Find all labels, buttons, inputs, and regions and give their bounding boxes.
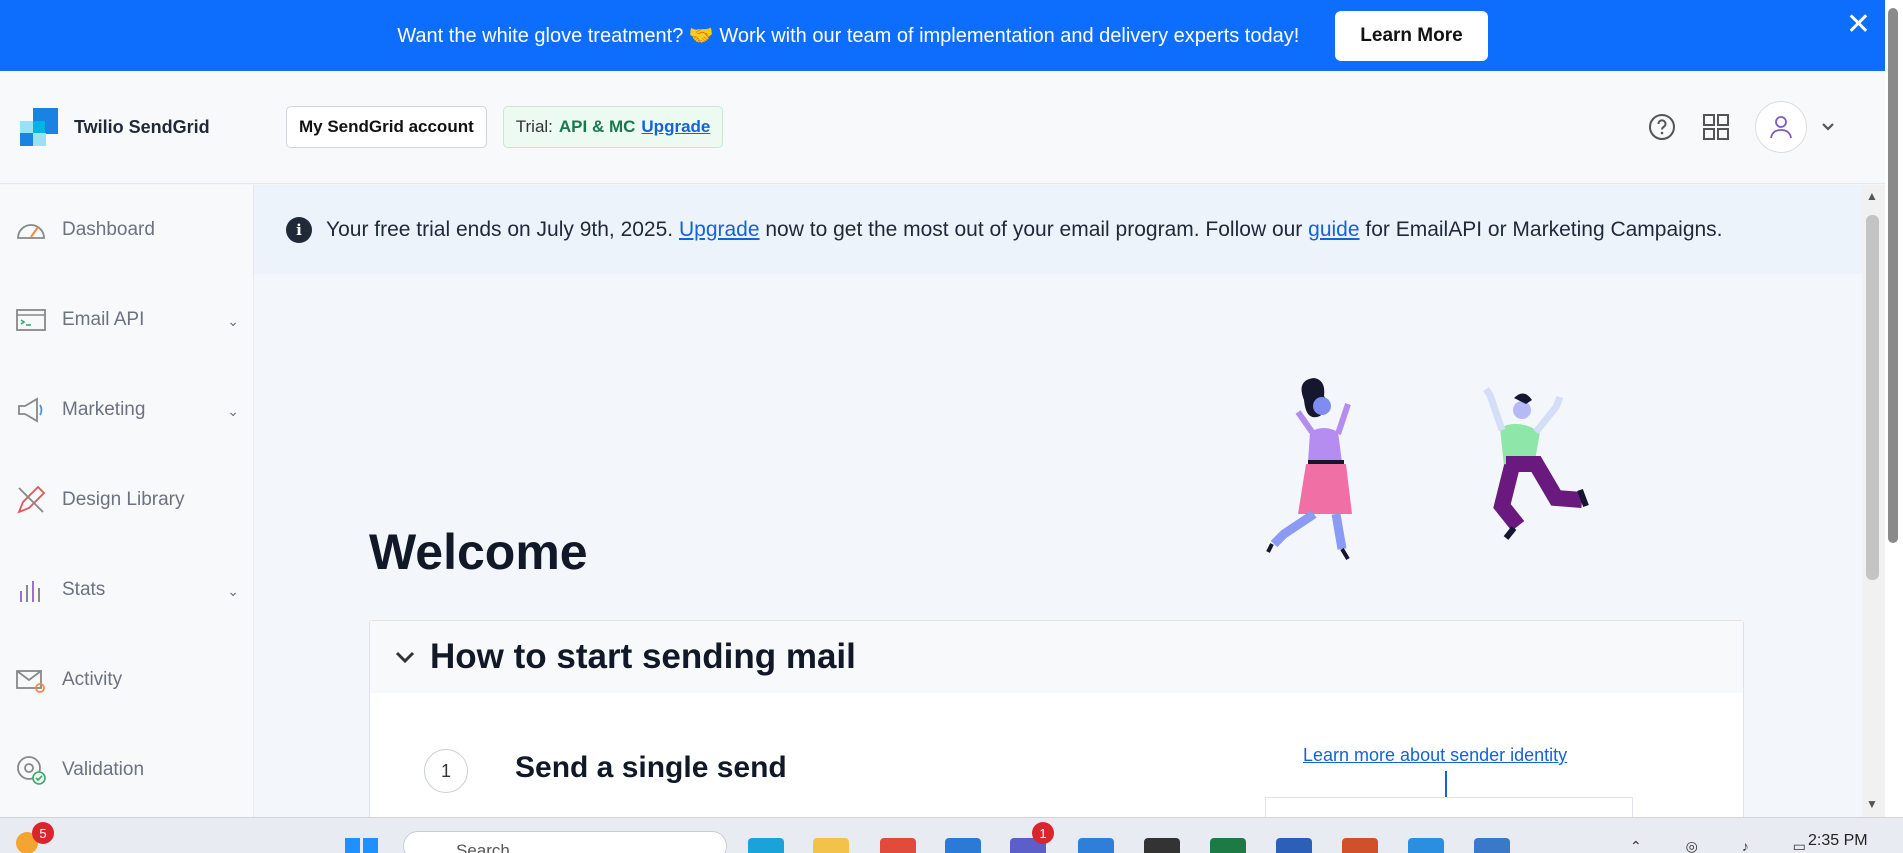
step-number: 1 [424, 749, 468, 793]
sidebar-nav: Dashboard Email API ⌄ Marketing ⌄ Design… [0, 185, 254, 817]
window-scrollbar-thumb[interactable] [1888, 8, 1898, 543]
outlook-icon[interactable] [1078, 838, 1114, 853]
sidebar-item-label: Validation [62, 759, 145, 780]
sender-identity-card [1265, 797, 1633, 817]
sidebar-item-label: Stats [62, 579, 106, 600]
sidebar-item-activity[interactable]: Activity [0, 635, 253, 725]
vscode-icon[interactable] [1408, 838, 1444, 853]
sidebar-item-marketing[interactable]: Marketing ⌄ [0, 365, 253, 455]
user-avatar[interactable] [1755, 101, 1807, 153]
speedometer-icon [17, 224, 45, 239]
store-icon[interactable] [1474, 838, 1510, 853]
sidebar-item-validation[interactable]: Validation [0, 725, 253, 815]
system-tray-icons[interactable]: ⌃ ◎ ♪ ▭ [1630, 838, 1826, 853]
banner-text: Want the white glove treatment? 🤝 Work w… [397, 25, 1300, 47]
chevron-down-icon[interactable]: ⌄ [227, 583, 239, 600]
notice-text-before: Your free trial ends on July 9th, 2025. [326, 217, 674, 241]
teams-badge: 1 [1032, 822, 1054, 844]
trial-label: Trial: [515, 117, 553, 136]
getting-started-panel: How to start sending mail 1 Send a singl… [369, 620, 1744, 817]
sendgrid-logo-icon [20, 108, 58, 146]
word-icon[interactable] [1276, 838, 1312, 853]
excel-icon[interactable] [1210, 838, 1246, 853]
notice-text-middle: now to get the most out of your email pr… [765, 217, 1303, 241]
user-avatar-icon [1770, 116, 1792, 139]
sidebar-item-label: Email API [62, 309, 145, 330]
trial-plan: API & MC [558, 117, 636, 136]
panel-title: How to start sending mail [430, 637, 856, 676]
chevron-down-icon[interactable]: ⌄ [227, 403, 239, 420]
taskbar-search[interactable]: Search [403, 831, 727, 853]
sidebar-item-stats[interactable]: Stats ⌄ [0, 545, 253, 635]
sidebar-item-label: Design Library [62, 489, 185, 510]
help-icon[interactable] [1647, 112, 1677, 142]
content-scrollbar[interactable]: ▲ ▼ [1862, 185, 1885, 817]
notice-guide-link[interactable]: guide [1308, 218, 1359, 242]
my-account-button[interactable]: My SendGrid account [286, 106, 487, 148]
windows-start-icon[interactable] [345, 838, 379, 853]
sender-identity-link[interactable]: Learn more about sender identity [1303, 745, 1567, 766]
terminal-window-icon [16, 309, 46, 331]
notice-text-after: for EmailAPI or Marketing Campaigns. [1365, 217, 1723, 241]
notice-upgrade-link[interactable]: Upgrade [679, 218, 760, 242]
learn-more-button[interactable]: Learn More [1335, 10, 1488, 61]
sidebar-item-email-api[interactable]: Email API ⌄ [0, 275, 253, 365]
celebration-illustration [1266, 378, 1589, 561]
sidebar-item-label: Marketing [62, 399, 146, 420]
logo-text: Twilio SendGrid [74, 116, 210, 137]
file-explorer-icon[interactable] [813, 838, 849, 853]
scroll-down-icon[interactable]: ▼ [1866, 797, 1878, 811]
trial-badge: Trial: API & MC Upgrade [502, 106, 724, 148]
chevron-down-icon[interactable] [394, 650, 416, 664]
edge-browser-icon[interactable] [748, 838, 784, 853]
pencil-ruler-icon [17, 485, 46, 514]
trial-upgrade-link[interactable]: Upgrade [641, 117, 710, 137]
sidebar-item-label: Activity [62, 669, 123, 690]
envelope-search-icon [16, 670, 45, 693]
vscode-alt-icon[interactable] [945, 838, 981, 853]
scrollbar-thumb[interactable] [1866, 215, 1879, 580]
weather-badge: 5 [32, 822, 54, 844]
megaphone-icon [18, 397, 43, 423]
powerpoint-icon[interactable] [1342, 838, 1378, 853]
panel-header[interactable]: How to start sending mail [370, 621, 1743, 693]
sidebar-item-dashboard[interactable]: Dashboard [0, 185, 253, 275]
logo[interactable]: Twilio SendGrid [20, 108, 286, 146]
header-actions [1647, 101, 1835, 153]
at-check-icon [17, 756, 46, 785]
chevron-down-icon[interactable]: ⌄ [227, 313, 239, 330]
chevron-down-icon[interactable] [1821, 122, 1835, 132]
os-taskbar: 5 Search 1 ⌃ ◎ ♪ ▭ 2:35 PM [0, 817, 1903, 853]
sidebar-item-label: Dashboard [62, 219, 155, 240]
apps-grid-icon[interactable] [1701, 112, 1731, 142]
promo-banner: Want the white glove treatment? 🤝 Work w… [0, 0, 1885, 71]
step-title: Send a single send [515, 751, 787, 784]
close-icon[interactable]: ✕ [1846, 7, 1871, 42]
bar-chart-icon [20, 581, 40, 602]
clock[interactable]: 2:35 PM [1808, 832, 1868, 850]
sidebar-item-design-library[interactable]: Design Library [0, 455, 253, 545]
window-scrollbar[interactable] [1885, 0, 1903, 817]
scroll-up-icon[interactable]: ▲ [1866, 189, 1878, 203]
page-title: Welcome [369, 524, 588, 580]
chrome-browser-icon[interactable] [880, 838, 916, 853]
app-header: Twilio SendGrid My SendGrid account Tria… [0, 71, 1885, 184]
info-icon: i [286, 216, 312, 243]
terminal-icon[interactable] [1144, 838, 1180, 853]
trial-notice: i Your free trial ends on July 9th, 2025… [254, 185, 1862, 274]
main-content: i Your free trial ends on July 9th, 2025… [254, 185, 1862, 817]
